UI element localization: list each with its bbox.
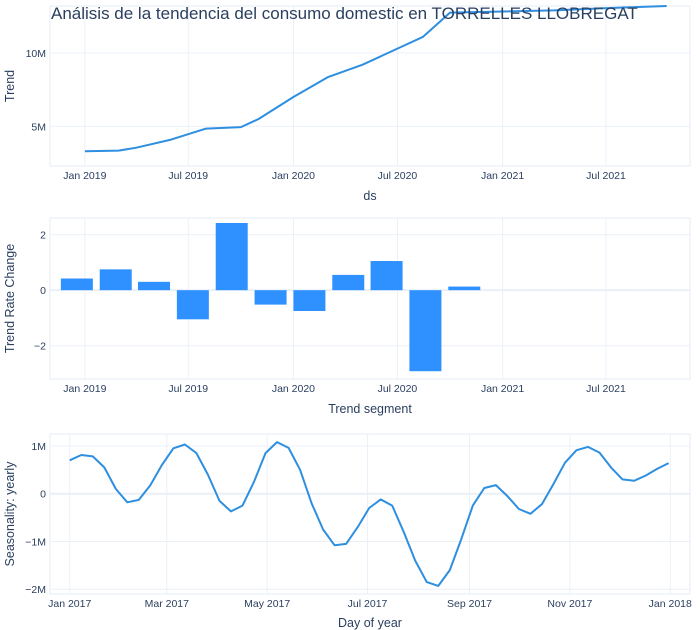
trend-rate-bar [60, 278, 93, 291]
seasonality_yearly-line [69, 441, 670, 587]
x-tick-label: Jul 2021 [586, 170, 626, 182]
trend-line [84, 5, 667, 153]
y-tick-label: −2M [25, 584, 46, 596]
chart-canvas: Jan 2019 Jul 2019 Jan 2020 Jul 2020 Jan 2021… [3, 4, 692, 630]
x-tick-label: Mar 2017 [145, 598, 190, 610]
y-tick-label: 0 [40, 285, 46, 297]
x-axis-title: ds [363, 189, 376, 203]
x-tick-label: Jul 2020 [378, 170, 418, 182]
x-tick-label: Jan 2021 [481, 170, 524, 182]
x-tick-label: Jul 2021 [586, 383, 626, 395]
y-tick-label: 2 [40, 230, 46, 242]
subplot-trend [49, 5, 691, 167]
trend-rate-bar [293, 290, 326, 311]
trend-rate-bar [332, 274, 365, 291]
trend-rate-bar [370, 261, 403, 291]
trend-rate-bar [409, 290, 442, 372]
trend-rate-bar [448, 286, 481, 291]
x-tick-label: Jul 2017 [348, 598, 388, 610]
x-tick-label: Jan 2021 [481, 383, 524, 395]
x-tick-label: Jul 2019 [168, 383, 208, 395]
chart-title: Análisis de la tendencia del consumo dom… [51, 4, 638, 23]
x-axis-title: Day of year [338, 616, 402, 630]
y-tick-label: 1M [31, 441, 46, 453]
y-tick-label: 5M [31, 121, 46, 133]
plot-area-frame [49, 217, 691, 380]
x-tick-label: Jan 2018 [649, 598, 692, 610]
y-tick-label: 10M [26, 48, 46, 60]
plot-area-frame [49, 5, 691, 167]
x-tick-label: Jan 2020 [272, 170, 315, 182]
trend-rate-bar [99, 269, 132, 291]
y-tick-label: 0 [40, 489, 46, 501]
x-tick-label: May 2017 [244, 598, 290, 610]
x-tick-label: Sep 2017 [447, 598, 492, 610]
y-axis-title: Seasonality: yearly [3, 461, 17, 567]
trend-rate-bar [254, 290, 287, 305]
x-tick-label: Jan 2019 [63, 170, 106, 182]
y-axis-title: Trend [3, 70, 17, 102]
x-tick-label: Jul 2019 [168, 170, 208, 182]
plot-area-frame [49, 433, 691, 595]
y-axis-title: Trend Rate Change [3, 244, 17, 353]
subplot-trend_rate_change [49, 217, 691, 380]
trend-rate-bar [138, 281, 170, 291]
chart-figure: Jan 2019 Jul 2019 Jan 2020 Jul 2020 Jan 2021… [0, 0, 700, 630]
x-tick-label: Nov 2017 [547, 598, 592, 610]
subplot-seasonality_yearly [49, 433, 691, 595]
x-tick-label: Jan 2019 [63, 383, 106, 395]
trend-rate-bar [215, 222, 248, 291]
y-tick-label: −1M [25, 536, 46, 548]
x-tick-label: Jan 2017 [48, 598, 91, 610]
x-tick-label: Jul 2020 [378, 383, 418, 395]
y-tick-label: −2 [34, 341, 46, 353]
x-axis-title: Trend segment [328, 402, 412, 416]
trend-rate-bar [176, 290, 209, 320]
x-tick-label: Jan 2020 [272, 383, 315, 395]
